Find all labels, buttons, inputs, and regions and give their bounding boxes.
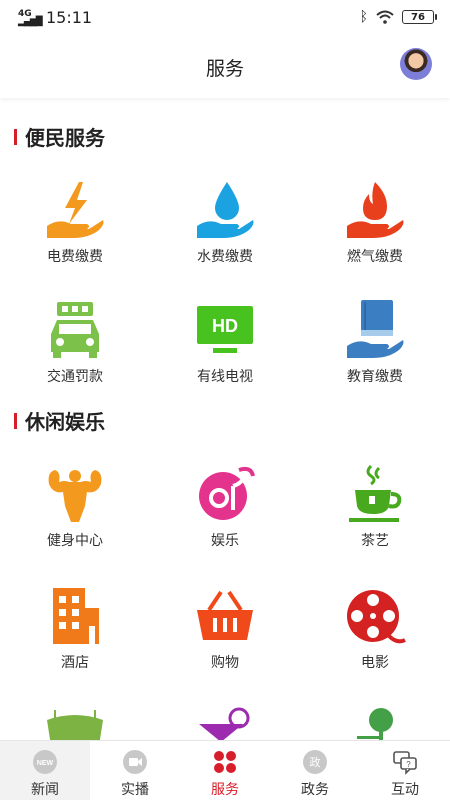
status-bar: 4G ▂▄▆█ 15:11 ᛒ 76	[0, 0, 450, 36]
government-icon: 政	[303, 750, 327, 774]
service-label: 娱乐	[211, 533, 239, 549]
service-label: 教育缴费	[347, 369, 403, 385]
section-marker	[14, 412, 17, 429]
tab-live[interactable]: 实播	[90, 741, 180, 800]
hotel-icon	[53, 588, 99, 644]
traffic-fine-icon	[51, 302, 99, 358]
battery-icon: 76	[402, 10, 437, 24]
service-label: 燃气缴费	[347, 249, 403, 265]
service-hotel[interactable]: 酒店	[0, 584, 150, 672]
section-title-leisure: 休闲娱乐	[14, 406, 105, 435]
park-tree-icon	[357, 708, 393, 740]
section-marker	[14, 128, 17, 145]
tab-label: 政务	[301, 782, 329, 798]
service-label: 交通罚款	[47, 369, 103, 385]
news-icon: NEW	[33, 750, 57, 774]
clock: 15:11	[46, 8, 93, 27]
shopping-basket-icon	[197, 590, 253, 640]
service-water[interactable]: 水费缴费	[150, 178, 300, 266]
tab-label: 服务	[211, 782, 239, 798]
service-label: 购物	[211, 655, 239, 671]
service-label: 电影	[361, 655, 389, 671]
service-shopping[interactable]: 购物	[150, 584, 300, 672]
water-bill-icon	[197, 182, 254, 238]
service-label: 酒店	[61, 655, 89, 671]
bottom-tab-bar: NEW 新闻 实播 服务 政 政务 ? 互动	[0, 740, 450, 800]
section-title-convenience: 便民服务	[14, 122, 105, 151]
service-stadium[interactable]	[0, 706, 150, 740]
service-entertainment[interactable]: 娱乐	[150, 462, 300, 550]
signal-icon: 4G ▂▄▆█	[18, 9, 43, 27]
top-bar: 服务	[0, 36, 450, 98]
chat-icon: ?	[393, 751, 417, 775]
service-label: 电费缴费	[47, 249, 103, 265]
battery-level: 76	[411, 11, 425, 23]
section-title-text: 休闲娱乐	[25, 410, 105, 434]
tab-interact[interactable]: ? 互动	[360, 741, 450, 800]
page-title: 服务	[205, 58, 244, 80]
education-fee-icon	[347, 300, 404, 358]
section-title-text: 便民服务	[25, 126, 105, 150]
film-reel-icon	[347, 590, 406, 644]
service-cable-tv[interactable]: HD 有线电视	[150, 298, 300, 386]
government-glyph: 政	[310, 755, 321, 769]
tab-government[interactable]: 政 政务	[270, 741, 360, 800]
fitness-icon	[48, 470, 102, 522]
service-fitness[interactable]: 健身中心	[0, 462, 150, 550]
service-tea[interactable]: 茶艺	[300, 462, 450, 550]
cocktail-icon	[199, 707, 250, 740]
service-label: 茶艺	[361, 533, 389, 549]
tab-label: 实播	[121, 782, 149, 798]
service-movie[interactable]: 电影	[300, 584, 450, 672]
video-icon	[123, 750, 147, 774]
service-electric[interactable]: 电费缴费	[0, 178, 150, 266]
stadium-icon	[47, 710, 103, 740]
music-icon	[199, 466, 255, 520]
cable-tv-icon: HD	[197, 306, 253, 353]
avatar[interactable]	[400, 48, 432, 80]
service-label: 水费缴费	[197, 249, 253, 265]
service-label: 健身中心	[47, 533, 103, 549]
tab-news[interactable]: NEW 新闻	[0, 741, 90, 800]
svg-text:?: ?	[406, 760, 411, 769]
tab-service[interactable]: 服务	[180, 741, 270, 800]
bluetooth-icon: ᛒ	[359, 9, 368, 25]
gas-bill-icon	[347, 182, 404, 238]
wifi-icon	[376, 10, 394, 24]
service-label: 有线电视	[197, 369, 253, 385]
service-gas[interactable]: 燃气缴费	[300, 178, 450, 266]
service-bar[interactable]	[150, 706, 300, 740]
service-list[interactable]: 便民服务 电费缴费 水费缴费 燃气缴费 交通罚款 HD 有线电视 教育缴费 休闲…	[0, 100, 450, 740]
hd-badge: HD	[212, 316, 238, 336]
service-grid-icon	[214, 751, 236, 773]
electric-bill-icon	[47, 182, 104, 238]
service-education[interactable]: 教育缴费	[300, 298, 450, 386]
tea-icon	[349, 464, 402, 522]
tab-label: 新闻	[31, 782, 59, 798]
svg-text:NEW: NEW	[37, 760, 54, 767]
service-park[interactable]	[300, 706, 450, 740]
service-traffic[interactable]: 交通罚款	[0, 298, 150, 386]
tab-label: 互动	[391, 782, 419, 798]
